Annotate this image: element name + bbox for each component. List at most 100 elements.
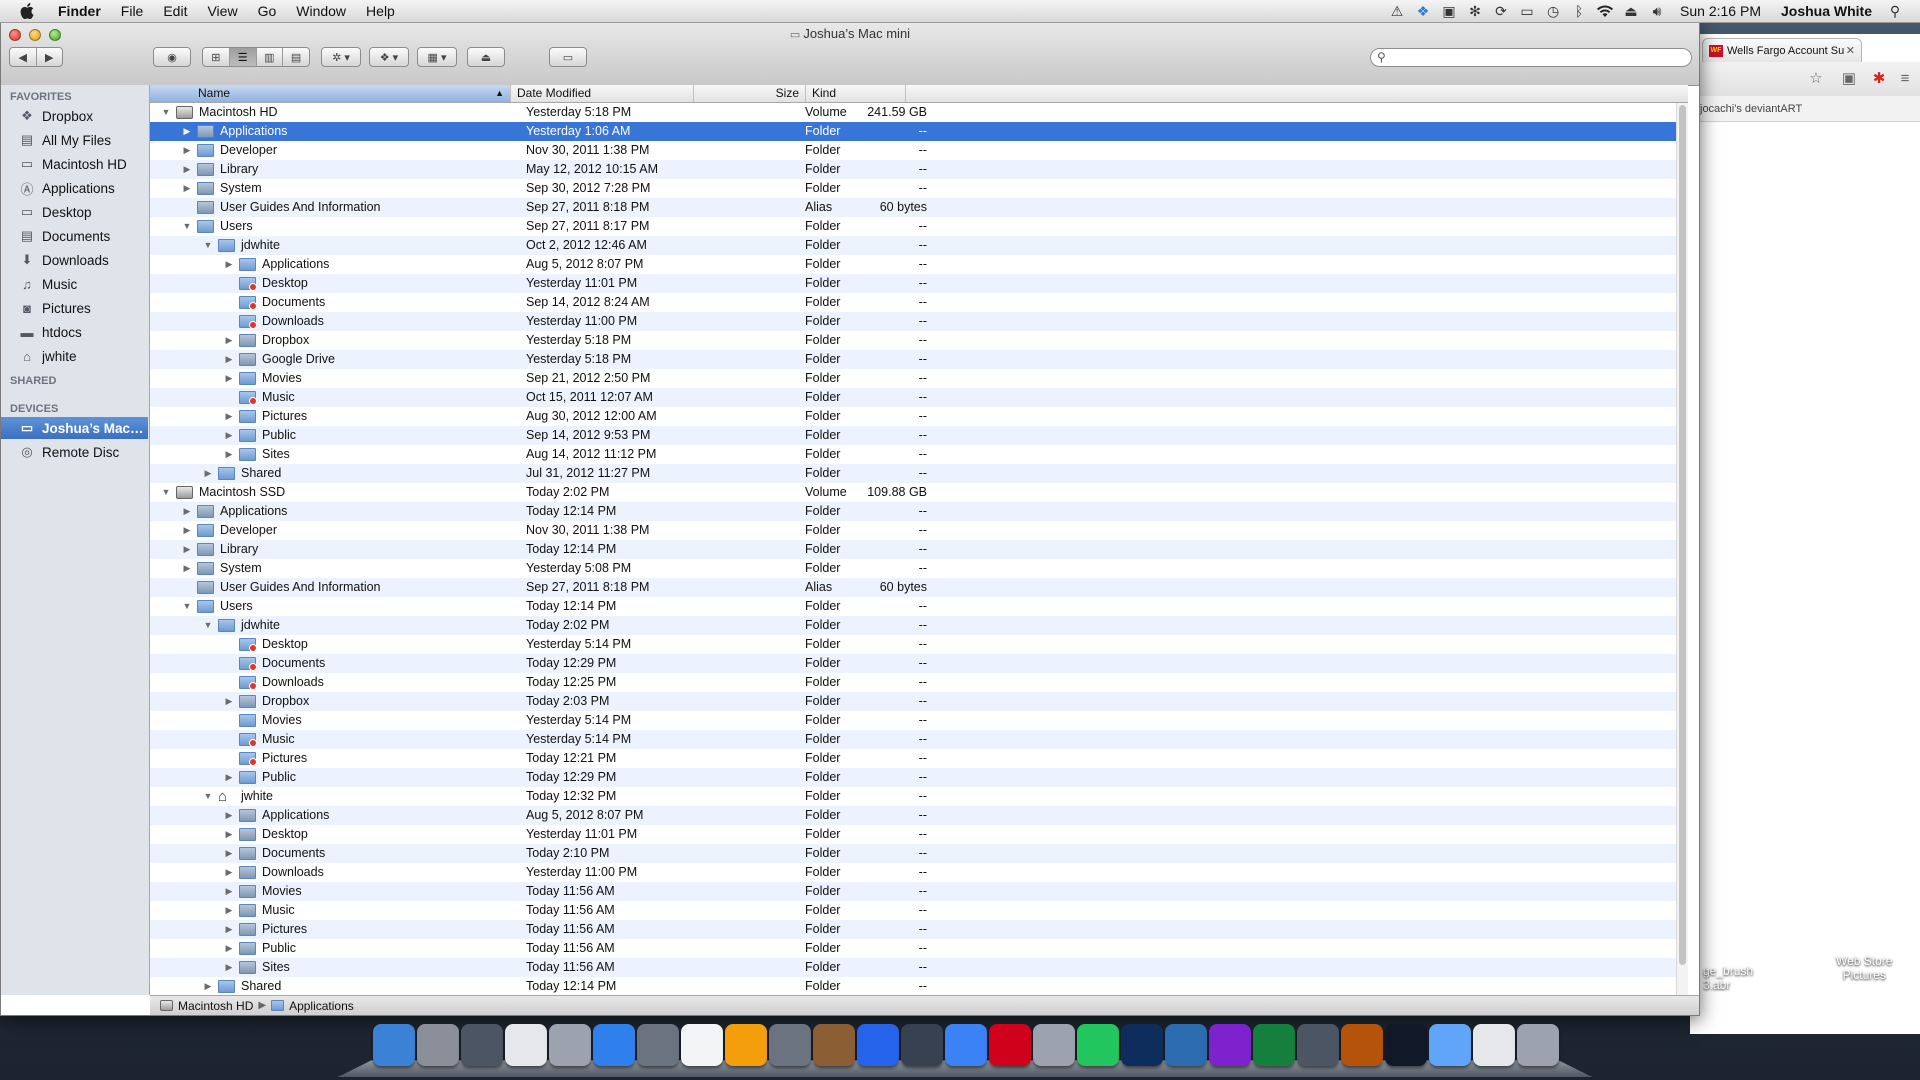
table-row[interactable]: ▶ Public Sep 14, 2012 9:53 PM -- Folder — [150, 426, 1688, 445]
disclosure-open-icon[interactable]: ▼ — [202, 787, 214, 806]
disclosure-closed-icon[interactable]: ▶ — [223, 901, 235, 920]
monitor-status-icon[interactable]: ▭ — [1514, 1, 1540, 21]
sync-status-icon[interactable]: ⟳ — [1488, 1, 1514, 21]
disclosure-closed-icon[interactable]: ▶ — [181, 540, 193, 559]
table-row[interactable]: User Guides And Information Sep 27, 2011 … — [150, 198, 1688, 217]
activity-monitor-dock-icon[interactable] — [1385, 1024, 1427, 1066]
filezilla-dock-icon[interactable] — [989, 1024, 1031, 1066]
apple-menu-icon[interactable] — [18, 2, 36, 20]
table-row[interactable]: ▶ Music Today 11:56 AM -- Folder — [150, 901, 1688, 920]
leaf-dock-icon[interactable] — [1077, 1024, 1119, 1066]
disclosure-closed-icon[interactable]: ▶ — [223, 920, 235, 939]
table-row[interactable]: ▶ Google Drive Yesterday 5:18 PM -- Folder — [150, 350, 1688, 369]
table-row[interactable]: ▶ Pictures Today 11:56 AM -- Folder — [150, 920, 1688, 939]
table-row[interactable]: ▶ Developer Nov 30, 2011 1:38 PM -- Folder — [150, 141, 1688, 160]
table-row[interactable]: ▶ Dropbox Today 2:03 PM -- Folder — [150, 692, 1688, 711]
disclosure-closed-icon[interactable]: ▶ — [223, 331, 235, 350]
table-row[interactable]: ▼ ⌂ jwhite Today 12:32 PM -- Folder — [150, 787, 1688, 806]
chrome-tab[interactable]: WF Wells Fargo Account Su ✕ — [1702, 38, 1862, 62]
search-field[interactable]: ⚲ — [1370, 48, 1692, 67]
table-row[interactable]: Pictures Today 12:21 PM -- Folder — [150, 749, 1688, 768]
table-row[interactable]: Desktop Yesterday 5:14 PM -- Folder — [150, 635, 1688, 654]
table-row[interactable]: Documents Today 12:29 PM -- Folder — [150, 654, 1688, 673]
table-row[interactable]: ▶ System Sep 30, 2012 7:28 PM -- Folder — [150, 179, 1688, 198]
table-row[interactable]: ▶ Downloads Yesterday 11:00 PM -- Folder — [150, 863, 1688, 882]
table-row[interactable]: ▶ Movies Sep 21, 2012 2:50 PM -- Folder — [150, 369, 1688, 388]
disclosure-closed-icon[interactable]: ▶ — [181, 122, 193, 141]
disclosure-closed-icon[interactable]: ▶ — [223, 369, 235, 388]
table-row[interactable]: ▶ Library May 12, 2012 10:15 AM -- Folder — [150, 160, 1688, 179]
table-row[interactable]: Downloads Yesterday 11:00 PM -- Folder — [150, 312, 1688, 331]
spotlight-icon[interactable]: ⚲ — [1882, 1, 1908, 21]
path-item[interactable]: Applications — [271, 999, 354, 1013]
table-row[interactable]: ▶ Developer Nov 30, 2011 1:38 PM -- Folder — [150, 521, 1688, 540]
word-dock-icon[interactable] — [1165, 1024, 1207, 1066]
disclosure-closed-icon[interactable]: ▶ — [223, 844, 235, 863]
sidebar-item[interactable]: ❖ Dropbox — [1, 105, 148, 127]
table-row[interactable]: ▶ Public Today 12:29 PM -- Folder — [150, 768, 1688, 787]
disclosure-open-icon[interactable]: ▼ — [181, 597, 193, 616]
back-button[interactable]: ◀ — [10, 48, 37, 66]
disclosure-closed-icon[interactable]: ▶ — [223, 692, 235, 711]
safari-dock-icon[interactable] — [945, 1024, 987, 1066]
desktop-file-brush[interactable]: ge_brush 3.abr — [1703, 964, 1753, 992]
table-row[interactable]: ▶ Sites Today 11:56 AM -- Folder — [150, 958, 1688, 977]
disclosure-closed-icon[interactable]: ▶ — [202, 977, 214, 995]
disclosure-closed-icon[interactable]: ▶ — [181, 160, 193, 179]
menu-edit[interactable]: Edit — [153, 3, 197, 19]
bluetooth-icon[interactable]: ᛒ — [1566, 1, 1592, 21]
name-column-header[interactable]: Name ▲ — [150, 85, 511, 102]
forward-button[interactable]: ▶ — [37, 48, 63, 66]
time-machine-icon[interactable]: ◷ — [1540, 1, 1566, 21]
sidebar-item[interactable]: ▤ Documents — [1, 225, 148, 247]
menu-view[interactable]: View — [197, 3, 247, 19]
table-row[interactable]: ▼ Macintosh SSD Today 2:02 PM 109.88 GB Volu… — [150, 483, 1688, 502]
vertical-scrollbar[interactable] — [1676, 103, 1688, 995]
calendar-dock-icon[interactable] — [681, 1024, 723, 1066]
column-view-button[interactable]: ▥ — [257, 48, 284, 66]
mission-control-dock-icon[interactable] — [461, 1024, 503, 1066]
eject-status-icon[interactable]: ⏏ — [1618, 1, 1644, 21]
disclosure-open-icon[interactable]: ▼ — [181, 217, 193, 236]
table-row[interactable]: ▼ Macintosh HD Yesterday 5:18 PM 241.59 GB V… — [150, 103, 1688, 122]
disclosure-closed-icon[interactable]: ▶ — [223, 939, 235, 958]
search-input[interactable] — [1393, 50, 1687, 67]
disclosure-open-icon[interactable]: ▼ — [160, 483, 172, 502]
disclosure-closed-icon[interactable]: ▶ — [223, 407, 235, 426]
xcode-dock-icon[interactable] — [901, 1024, 943, 1066]
disclosure-closed-icon[interactable]: ▶ — [202, 464, 214, 483]
tab-close-icon[interactable]: ✕ — [1846, 44, 1855, 57]
disclosure-closed-icon[interactable]: ▶ — [181, 141, 193, 160]
quick-look-button[interactable]: ◉ — [153, 47, 191, 67]
gimp-dock-icon[interactable] — [1033, 1024, 1075, 1066]
table-row[interactable]: Documents Sep 14, 2012 8:24 AM -- Folder — [150, 293, 1688, 312]
wifi-icon[interactable] — [1592, 1, 1618, 21]
disclosure-closed-icon[interactable]: ▶ — [181, 502, 193, 521]
desktop-file-pictures[interactable]: Web Store Pictures — [1836, 954, 1892, 982]
disclosure-closed-icon[interactable]: ▶ — [223, 882, 235, 901]
table-row[interactable]: Music Oct 15, 2011 12:07 AM -- Folder — [150, 388, 1688, 407]
applications-stack-dock-icon[interactable] — [1429, 1024, 1471, 1066]
table-row[interactable]: ▼ Users Sep 27, 2011 8:17 PM -- Folder — [150, 217, 1688, 236]
facetime-dock-icon[interactable] — [637, 1024, 679, 1066]
display-status-icon[interactable]: ▣ — [1436, 1, 1462, 21]
extension-icon[interactable]: ▣ — [1840, 70, 1858, 88]
sidebar-item[interactable]: ◎ Remote Disc — [1, 441, 148, 463]
kind-column-header[interactable]: Kind — [806, 85, 906, 102]
table-row[interactable]: User Guides And Information Sep 27, 2011 … — [150, 578, 1688, 597]
disclosure-closed-icon[interactable]: ▶ — [223, 863, 235, 882]
disclosure-closed-icon[interactable]: ▶ — [223, 445, 235, 464]
bookmark-star-icon[interactable]: ☆ — [1807, 70, 1825, 88]
excel-dock-icon[interactable] — [1253, 1024, 1295, 1066]
eject-button[interactable]: ⏏ — [467, 47, 505, 67]
sublime-dock-icon[interactable] — [1297, 1024, 1339, 1066]
sidebar-item[interactable]: ◙ Pictures — [1, 297, 148, 319]
menubar-clock[interactable]: Sun 2:16 PM — [1670, 3, 1771, 19]
table-row[interactable]: ▶ Applications Aug 5, 2012 8:07 PM -- Folder — [150, 806, 1688, 825]
menu-help[interactable]: Help — [356, 3, 405, 19]
disclosure-closed-icon[interactable]: ▶ — [223, 426, 235, 445]
menu-window[interactable]: Window — [286, 3, 356, 19]
disclosure-closed-icon[interactable]: ▶ — [181, 521, 193, 540]
status-alert-icon[interactable]: ⚠ — [1384, 1, 1410, 21]
arrange-menu-button[interactable]: ▦ ▾ — [417, 47, 457, 67]
